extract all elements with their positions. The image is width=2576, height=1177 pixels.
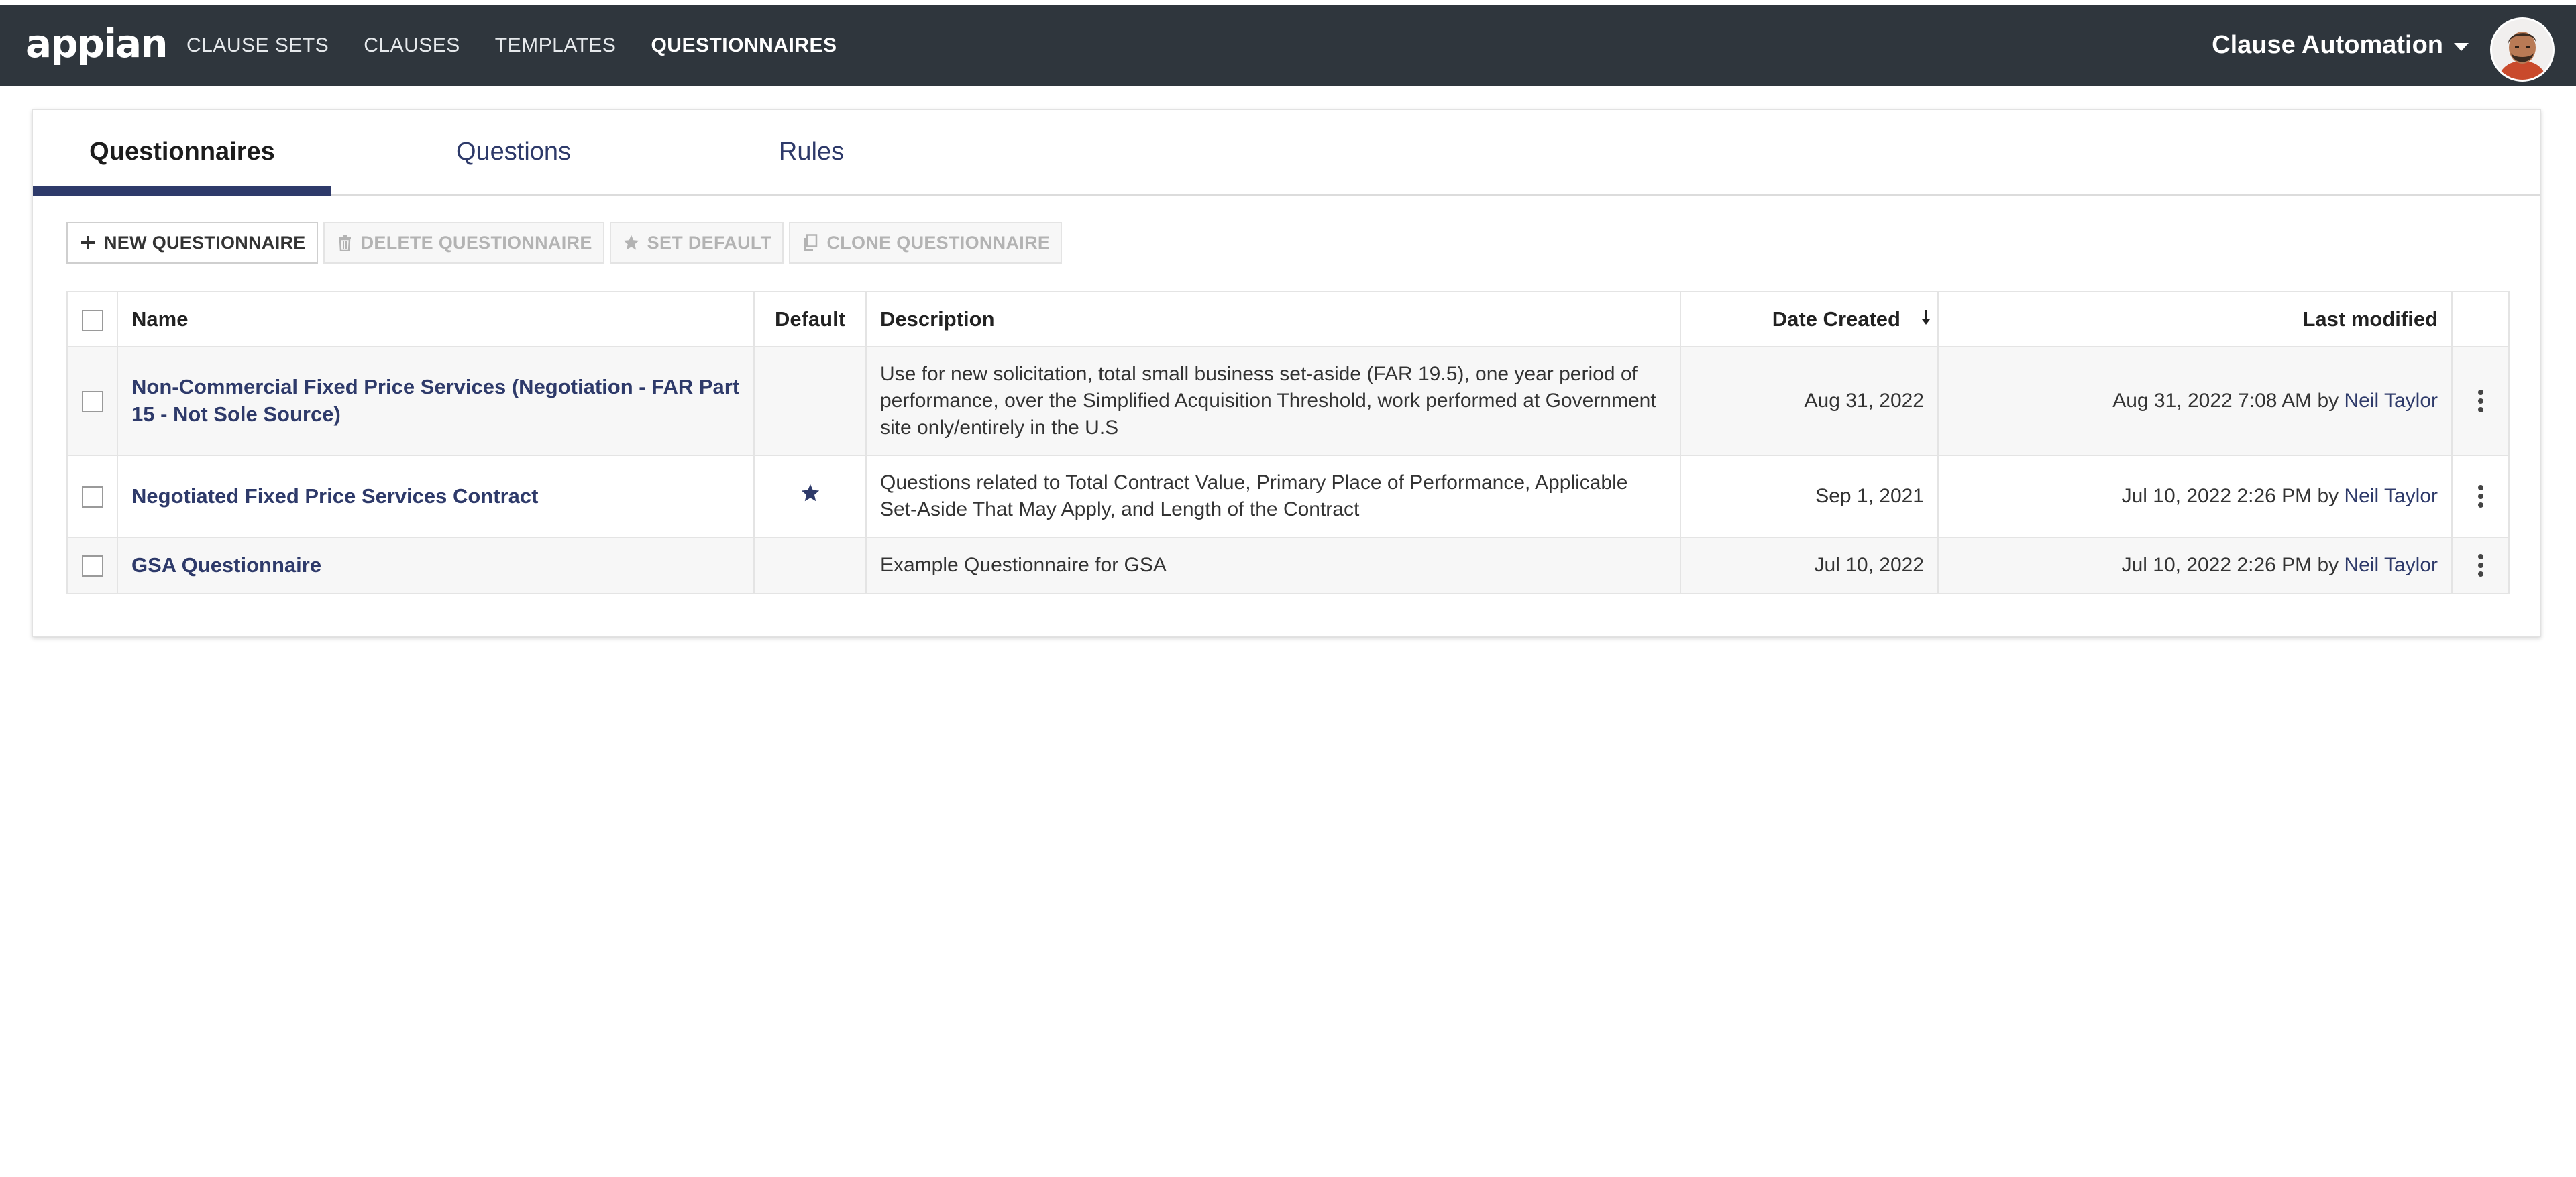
questionnaire-name-link[interactable]: GSA Questionnaire xyxy=(131,553,321,577)
clone-questionnaire-button[interactable]: CLONE QUESTIONNAIRE xyxy=(789,222,1063,264)
kebab-icon[interactable] xyxy=(2466,485,2495,508)
tab-rules[interactable]: Rules xyxy=(662,110,961,194)
tab-questions[interactable]: Questions xyxy=(364,110,663,194)
tab-questionnaires[interactable]: Questionnaires xyxy=(33,110,331,196)
nav-questionnaires[interactable]: QUESTIONNAIRES xyxy=(651,34,837,57)
row-menu-cell xyxy=(2451,346,2510,456)
date-created-cell: Sep 1, 2021 xyxy=(1680,455,1939,538)
table-row: Non-Commercial Fixed Price Services (Neg… xyxy=(66,346,2510,456)
column-header-default[interactable]: Default xyxy=(753,291,867,347)
modified-time: Jul 10, 2022 2:26 PM xyxy=(2121,485,2312,507)
new-questionnaire-label: NEW QUESTIONNAIRE xyxy=(104,232,306,253)
date-created-cell: Aug 31, 2022 xyxy=(1680,346,1939,456)
top-strip xyxy=(0,0,2576,5)
column-header-date-created[interactable]: Date Created xyxy=(1680,291,1914,347)
sort-cell[interactable] xyxy=(1914,291,1939,347)
name-cell: Non-Commercial Fixed Price Services (Neg… xyxy=(117,346,755,456)
set-default-button[interactable]: SET DEFAULT xyxy=(609,222,784,264)
main-nav: CLAUSE SETS CLAUSES TEMPLATES QUESTIONNA… xyxy=(186,5,871,86)
default-star-icon xyxy=(801,484,819,501)
star-icon xyxy=(622,233,641,252)
date-created-cell: Jul 10, 2022 xyxy=(1680,537,1939,594)
modified-time: Aug 31, 2022 7:08 AM xyxy=(2112,390,2312,412)
row-checkbox[interactable] xyxy=(81,391,103,413)
table-row: GSA Questionnaire Example Questionnaire … xyxy=(66,537,2510,594)
row-checkbox[interactable] xyxy=(81,486,103,508)
name-cell: GSA Questionnaire xyxy=(117,537,755,594)
description-cell: Use for new solicitation, total small bu… xyxy=(865,346,1681,456)
copy-icon xyxy=(801,233,820,252)
select-all-cell xyxy=(66,291,118,347)
modified-time: Jul 10, 2022 2:26 PM xyxy=(2121,554,2312,576)
user-avatar[interactable] xyxy=(2490,17,2555,82)
modified-by-label: by xyxy=(2317,554,2339,576)
nav-clause-sets[interactable]: CLAUSE SETS xyxy=(186,34,329,57)
toolbar: NEW QUESTIONNAIRE DELETE QUESTIONNAIRE S… xyxy=(66,222,1063,264)
last-modified-cell: Aug 31, 2022 7:08 AM by Neil Taylor xyxy=(1937,346,2453,456)
table-row: Negotiated Fixed Price Services Contract… xyxy=(66,455,2510,538)
questionnaire-name-link[interactable]: Negotiated Fixed Price Services Contract xyxy=(131,484,538,508)
avatar-image xyxy=(2492,19,2553,80)
description-cell: Example Questionnaire for GSA xyxy=(865,537,1681,594)
questionnaires-table: Name Default Description Date Created La… xyxy=(66,291,2510,594)
app-switcher[interactable]: Clause Automation xyxy=(2212,5,2469,86)
app-name: Clause Automation xyxy=(2212,31,2443,59)
default-cell xyxy=(753,346,867,456)
nav-clauses[interactable]: CLAUSES xyxy=(364,34,460,57)
questionnaire-name-link[interactable]: Non-Commercial Fixed Price Services (Neg… xyxy=(131,375,739,426)
column-header-last-modified[interactable]: Last modified xyxy=(1937,291,2453,347)
modified-by-user-link[interactable]: Neil Taylor xyxy=(2345,485,2438,507)
tab-bar: Questionnaires Questions Rules xyxy=(33,110,2540,196)
select-all-checkbox[interactable] xyxy=(81,309,103,331)
questionnaires-card: Questionnaires Questions Rules NEW QUEST… xyxy=(32,109,2541,637)
column-header-name[interactable]: Name xyxy=(117,291,755,347)
modified-by-user-link[interactable]: Neil Taylor xyxy=(2345,390,2438,412)
default-cell xyxy=(753,455,867,538)
modified-by-label: by xyxy=(2317,485,2339,507)
row-checkbox[interactable] xyxy=(81,555,103,577)
nav-templates[interactable]: TEMPLATES xyxy=(495,34,616,57)
name-cell: Negotiated Fixed Price Services Contract xyxy=(117,455,755,538)
kebab-icon[interactable] xyxy=(2466,554,2495,577)
plus-icon xyxy=(78,233,97,252)
top-bar: appian CLAUSE SETS CLAUSES TEMPLATES QUE… xyxy=(0,5,2576,86)
kebab-icon[interactable] xyxy=(2466,390,2495,412)
description-cell: Questions related to Total Contract Valu… xyxy=(865,455,1681,538)
appian-logo[interactable]: appian xyxy=(25,21,168,66)
modified-by-label: by xyxy=(2317,390,2339,412)
default-cell xyxy=(753,537,867,594)
clone-questionnaire-label: CLONE QUESTIONNAIRE xyxy=(826,232,1051,253)
modified-by-user-link[interactable]: Neil Taylor xyxy=(2345,554,2438,576)
column-header-description[interactable]: Description xyxy=(865,291,1681,347)
arrow-down-icon xyxy=(1921,310,1930,325)
delete-questionnaire-label: DELETE QUESTIONNAIRE xyxy=(360,232,592,253)
last-modified-cell: Jul 10, 2022 2:26 PM by Neil Taylor xyxy=(1937,537,2453,594)
column-header-actions xyxy=(2451,291,2510,347)
row-select-cell xyxy=(66,455,118,538)
row-menu-cell xyxy=(2451,455,2510,538)
trash-icon xyxy=(335,233,354,252)
caret-down-icon xyxy=(2454,42,2469,51)
delete-questionnaire-button[interactable]: DELETE QUESTIONNAIRE xyxy=(323,222,604,264)
row-menu-cell xyxy=(2451,537,2510,594)
set-default-label: SET DEFAULT xyxy=(647,232,772,253)
new-questionnaire-button[interactable]: NEW QUESTIONNAIRE xyxy=(66,222,318,264)
last-modified-cell: Jul 10, 2022 2:26 PM by Neil Taylor xyxy=(1937,455,2453,538)
row-select-cell xyxy=(66,346,118,456)
table-header-row: Name Default Description Date Created La… xyxy=(66,291,2510,347)
row-select-cell xyxy=(66,537,118,594)
